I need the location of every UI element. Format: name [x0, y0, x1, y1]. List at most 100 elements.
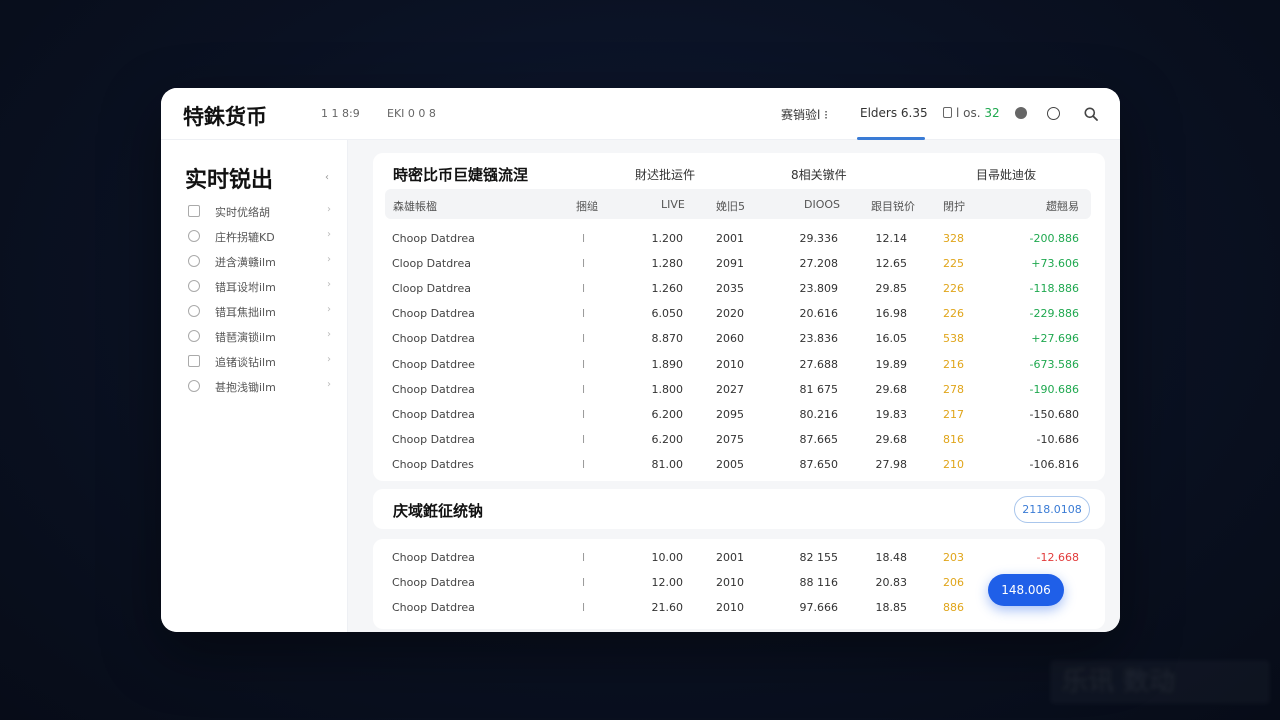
table-cell: Choop Datdrea: [392, 382, 475, 396]
chevron-right-icon: ›: [327, 279, 331, 290]
menu-item-2[interactable]: Elders 6.35: [860, 106, 928, 120]
table-cell: l: [582, 232, 586, 245]
table-cell: 29.68: [875, 432, 908, 446]
table-cell: Choop Datdrea: [392, 551, 475, 564]
table-cell: 538: [943, 332, 964, 346]
table-cell: 278: [943, 382, 964, 396]
table-cell: Cloop Datdrea: [392, 257, 471, 271]
sidebar-item-4[interactable]: 错耳设坿ilm ›: [185, 277, 335, 295]
sidebar-item-label: 错耳设坿ilm: [215, 281, 276, 294]
table-cell: Choop Datdree: [392, 357, 475, 371]
sidebar-item-8[interactable]: 甚抱浅锄ilm ›: [185, 377, 335, 395]
table-cell: Choop Datdrea: [392, 407, 475, 421]
tab-2[interactable]: 8相关镦件: [791, 166, 847, 183]
clock-icon: [188, 255, 200, 267]
table-cell: Choop Datdres: [392, 457, 474, 471]
floating-action-button[interactable]: 148.006: [988, 574, 1064, 606]
table-cell: l: [582, 407, 586, 421]
table-cell: l: [582, 257, 586, 271]
section-card: 庆域銋征统钠 2118.0108: [373, 489, 1105, 529]
tab-1[interactable]: 財迖批运仵: [635, 166, 695, 183]
column-header[interactable]: LIVE: [661, 198, 685, 211]
table-row[interactable]: Cloop Datdrea l 1.260 2035 23.809 29.85 226 -11…: [373, 276, 1105, 301]
table-cell: Choop Datdrea: [392, 576, 475, 589]
sidebar-item-7[interactable]: 追锗谈钻ilm ›: [185, 352, 335, 370]
calendar-icon: [188, 205, 200, 217]
table-cell: Choop Datdrea: [392, 232, 475, 245]
table-cell: 225: [943, 257, 964, 271]
table-cell: 18.48: [875, 551, 908, 564]
table-cell: -106.816: [1029, 457, 1079, 471]
search-icon[interactable]: [1084, 106, 1098, 121]
watermark: 乐讯 数动: [1050, 660, 1270, 704]
value-pill-button[interactable]: 2118.0108: [1014, 496, 1090, 523]
table-cell: l: [582, 332, 586, 346]
sidebar-item-1[interactable]: 实时优络胡 ›: [185, 202, 335, 220]
table-row[interactable]: Choop Datdrea l 6.200 2095 80.216 19.83 217 -15…: [373, 402, 1105, 427]
table-cell: l: [582, 601, 586, 614]
sidebar-item-label: 迸含潢赣ilm: [215, 256, 276, 269]
table-cell: Choop Datdrea: [392, 307, 475, 321]
table-cell: 23.836: [799, 332, 839, 346]
table-row[interactable]: Choop Datdres l 81.00 2005 87.650 27.98 210 -10…: [373, 452, 1105, 477]
table-row[interactable]: Choop Datdrea l 8.870 2060 23.836 16.05 538 +27…: [373, 326, 1105, 351]
table-cell: 2010: [716, 357, 744, 371]
table-cell: Choop Datdrea: [392, 332, 475, 346]
table-row[interactable]: Choop Datdrea l 10.00 2001 82 155 18.48 203 -12…: [373, 545, 1105, 570]
table-cell: 16.98: [875, 307, 908, 321]
column-header[interactable]: 閉拧: [943, 198, 965, 214]
table-cell: 21.60: [651, 601, 684, 614]
meta-2: EKI 0 0 8: [387, 107, 436, 120]
menu-item-1[interactable]: 赛销验l ⁝: [781, 106, 828, 123]
doc-icon: [943, 107, 952, 118]
table-row[interactable]: Choop Datdrea l 6.050 2020 20.616 16.98 226 -22…: [373, 301, 1105, 326]
gear-icon: [188, 380, 200, 392]
column-header[interactable]: 娩旧5: [716, 198, 745, 214]
table-row[interactable]: Cloop Datdrea l 1.280 2091 27.208 12.65 225 +73…: [373, 251, 1105, 276]
sidebar-item-5[interactable]: 错耳焦拙ilm ›: [185, 302, 335, 320]
sidebar-item-2[interactable]: 庄杵拐辘KD ›: [185, 227, 335, 245]
table-cell: 87.665: [799, 432, 839, 446]
column-header[interactable]: DIOOS: [804, 198, 840, 211]
top-bar: 特銖货币 1 1 8:9 EKI 0 0 8 赛销验l ⁝ Elders 6.3…: [161, 88, 1120, 140]
table-cell: 2075: [716, 432, 744, 446]
sidebar-item-label: 实时优络胡: [215, 206, 270, 219]
sidebar-item-3[interactable]: 迸含潢赣ilm ›: [185, 252, 335, 270]
table-cell: 81.00: [651, 457, 684, 471]
table-cell: 87.650: [799, 457, 839, 471]
table-cell: 27.208: [799, 257, 839, 271]
table-cell: 328: [943, 232, 964, 245]
table-cell: 6.200: [651, 407, 684, 421]
table-cell: 1.800: [651, 382, 684, 396]
table-cell: 19.89: [875, 357, 908, 371]
column-header[interactable]: 捆缒: [576, 198, 598, 214]
table-cell: 2001: [716, 551, 744, 564]
table-cell: 2001: [716, 232, 744, 245]
table-cell: 16.05: [875, 332, 908, 346]
table-row[interactable]: Choop Datdrea l 1.200 2001 29.336 12.14 328 -20…: [373, 226, 1105, 251]
table-cell: 217: [943, 407, 964, 421]
table-row[interactable]: Choop Datdrea l 6.200 2075 87.665 29.68 816 -10…: [373, 427, 1105, 452]
app-title: 特銖货币: [183, 105, 267, 129]
column-header[interactable]: 跟目锐价: [871, 198, 915, 214]
table-row[interactable]: Choop Datdrea l 1.800 2027 81 675 29.68 278 -19…: [373, 377, 1105, 402]
sidebar-item-6[interactable]: 错琶演锁ilm ›: [185, 327, 335, 345]
table-cell: -229.886: [1029, 307, 1079, 321]
circle-icon[interactable]: [1047, 107, 1060, 120]
table-cell: 2010: [716, 601, 744, 614]
table-cell: 27.98: [875, 457, 908, 471]
menu-item-3[interactable]: l os. 32: [943, 106, 1000, 120]
sidebar: 实时锐出 ‹ 实时优络胡 › 庄杵拐辘KD › 迸含潢赣ilm › 错耳设坿il…: [161, 140, 348, 632]
collapse-icon[interactable]: ‹: [325, 172, 329, 183]
table-cell: 20.616: [799, 307, 839, 321]
status-dot-icon[interactable]: [1015, 107, 1027, 119]
table-row[interactable]: Choop Datdree l 1.890 2010 27.688 19.89 216 -67…: [373, 352, 1105, 377]
sidebar-item-label: 错琶演锁ilm: [215, 331, 276, 344]
table-cell: l: [582, 432, 586, 446]
menu-item-3-label: l os.: [956, 106, 981, 120]
table-cell: 2020: [716, 307, 744, 321]
column-header[interactable]: 趱翹易: [1046, 198, 1079, 214]
column-header[interactable]: 森雄帳楹: [393, 198, 437, 214]
meta-1: 1 1 8:9: [321, 107, 360, 120]
tab-3[interactable]: 目帚妣迪伖: [976, 166, 1036, 183]
